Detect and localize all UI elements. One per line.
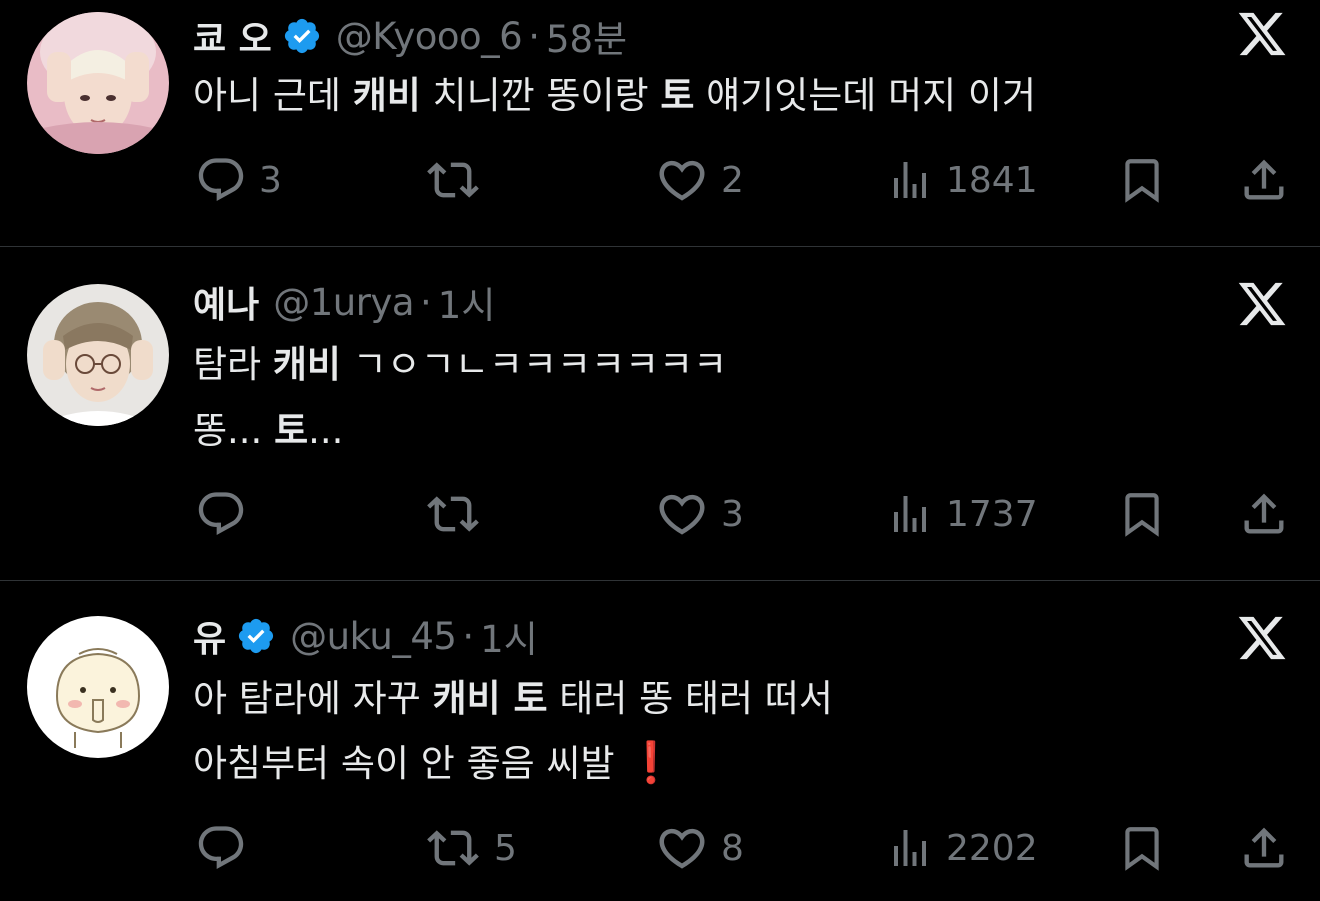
bookmark-button[interactable] [1117, 152, 1167, 208]
highlight-keyword: 토 [660, 74, 695, 117]
separator-dot: · [528, 14, 540, 58]
retweet-count: 5 [494, 827, 517, 869]
bookmark-button[interactable] [1117, 486, 1167, 542]
like-count: 8 [721, 827, 744, 869]
tweet-text-line: 아침부터 속이 안 좋음 씨발 ❗ [193, 738, 676, 789]
view-count: 1737 [946, 493, 1038, 535]
x-logo-icon [1236, 278, 1288, 330]
user-handle[interactable]: @1urya [273, 281, 414, 324]
reply-button[interactable] [195, 820, 259, 876]
like-button[interactable]: 8 [655, 820, 744, 876]
share-icon [1238, 154, 1290, 206]
like-button[interactable]: 3 [655, 486, 744, 542]
separator-dot: · [462, 614, 475, 658]
avatar[interactable] [27, 12, 169, 154]
bookmark-button[interactable] [1117, 820, 1167, 876]
retweet-icon [424, 154, 482, 206]
highlight-keyword: 캐비 토 [432, 677, 548, 720]
share-button[interactable] [1238, 486, 1290, 542]
reply-button[interactable] [195, 486, 259, 542]
share-icon [1238, 822, 1290, 874]
avatar[interactable] [27, 616, 169, 758]
text-segment: ... [308, 409, 344, 452]
verified-badge-icon [236, 616, 276, 656]
display-name[interactable]: 쿄 오 [193, 10, 272, 62]
text-segment: 아니 근데 [193, 74, 353, 117]
text-segment: 아 탐라에 자꾸 [193, 677, 433, 720]
display-name[interactable]: 예나 [193, 276, 259, 328]
tweet-header: 유 @uku_45 · 1시 [193, 609, 538, 663]
view-count: 1841 [946, 159, 1038, 201]
verified-badge-icon [282, 16, 322, 56]
heart-icon [655, 487, 709, 541]
timestamp[interactable]: 1시 [438, 275, 496, 329]
views-button[interactable]: 2202 [886, 820, 1038, 876]
x-logo-icon [1236, 612, 1288, 664]
retweet-button[interactable]: 5 [424, 820, 517, 876]
exclamation-emoji: ❗ [626, 740, 677, 786]
heart-icon [655, 153, 709, 207]
views-button[interactable]: 1737 [886, 486, 1038, 542]
bookmark-icon [1117, 821, 1167, 875]
retweet-button[interactable] [424, 486, 494, 542]
tweet-text-line: 아니 근데 캐비 치니깐 똥이랑 토 얘기잇는데 머지 이거 [193, 71, 1036, 121]
share-icon [1238, 488, 1290, 540]
highlight-keyword: 캐비 [352, 74, 421, 117]
user-handle[interactable]: @uku_45 [290, 615, 457, 658]
separator-dot: · [420, 280, 432, 324]
action-bar: 3 2 1841 [0, 152, 1320, 208]
tweet-text-line: 아 탐라에 자꾸 캐비 토 태러 똥 태러 떠서 [193, 674, 833, 724]
like-button[interactable]: 2 [655, 152, 744, 208]
text-segment: 아침부터 속이 안 좋음 씨발 [193, 742, 627, 785]
views-icon [886, 154, 934, 206]
reply-icon [195, 488, 247, 540]
avatar[interactable] [27, 284, 169, 426]
reply-icon [195, 154, 247, 206]
user-handle[interactable]: @Kyooo_6 [336, 15, 523, 58]
retweet-icon [424, 822, 482, 874]
bookmark-icon [1117, 153, 1167, 207]
views-button[interactable]: 1841 [886, 152, 1038, 208]
text-segment: 태러 똥 태러 떠서 [547, 677, 833, 720]
reply-button[interactable]: 3 [195, 152, 282, 208]
heart-icon [655, 821, 709, 875]
share-button[interactable] [1238, 152, 1290, 208]
action-bar: 5 8 2202 [0, 820, 1320, 876]
retweet-icon [424, 488, 482, 540]
highlight-keyword: 토 [274, 409, 309, 452]
tweet-header: 예나 @1urya · 1시 [193, 275, 496, 329]
text-segment: 똥... [193, 409, 275, 452]
action-bar: 3 1737 [0, 486, 1320, 542]
like-count: 3 [721, 493, 744, 535]
retweet-button[interactable] [424, 152, 494, 208]
text-segment: 얘기잇는데 머지 이거 [694, 74, 1037, 117]
views-icon [886, 822, 934, 874]
divider [0, 246, 1320, 247]
text-segment: ㄱㅇㄱㄴㅋㅋㅋㅋㅋㅋㅋ [340, 343, 728, 386]
display-name[interactable]: 유 [193, 610, 226, 662]
reply-icon [195, 822, 247, 874]
text-segment: 탐라 [193, 343, 273, 386]
text-segment: 치니깐 똥이랑 [420, 74, 661, 117]
bookmark-icon [1117, 487, 1167, 541]
like-count: 2 [721, 159, 744, 201]
highlight-keyword: 캐비 [272, 343, 341, 386]
tweet-text-line: 탐라 캐비 ㄱㅇㄱㄴㅋㅋㅋㅋㅋㅋㅋ [193, 340, 727, 390]
timestamp[interactable]: 58분 [546, 9, 627, 63]
reply-count: 3 [259, 159, 282, 201]
tweet-header: 쿄 오 @Kyooo_6 · 58분 [193, 9, 627, 63]
views-icon [886, 488, 934, 540]
share-button[interactable] [1238, 820, 1290, 876]
timestamp[interactable]: 1시 [480, 609, 538, 663]
x-logo-icon [1236, 8, 1288, 60]
view-count: 2202 [946, 827, 1038, 869]
divider [0, 580, 1320, 581]
tweet-text-line: 똥... 토... [193, 406, 343, 456]
